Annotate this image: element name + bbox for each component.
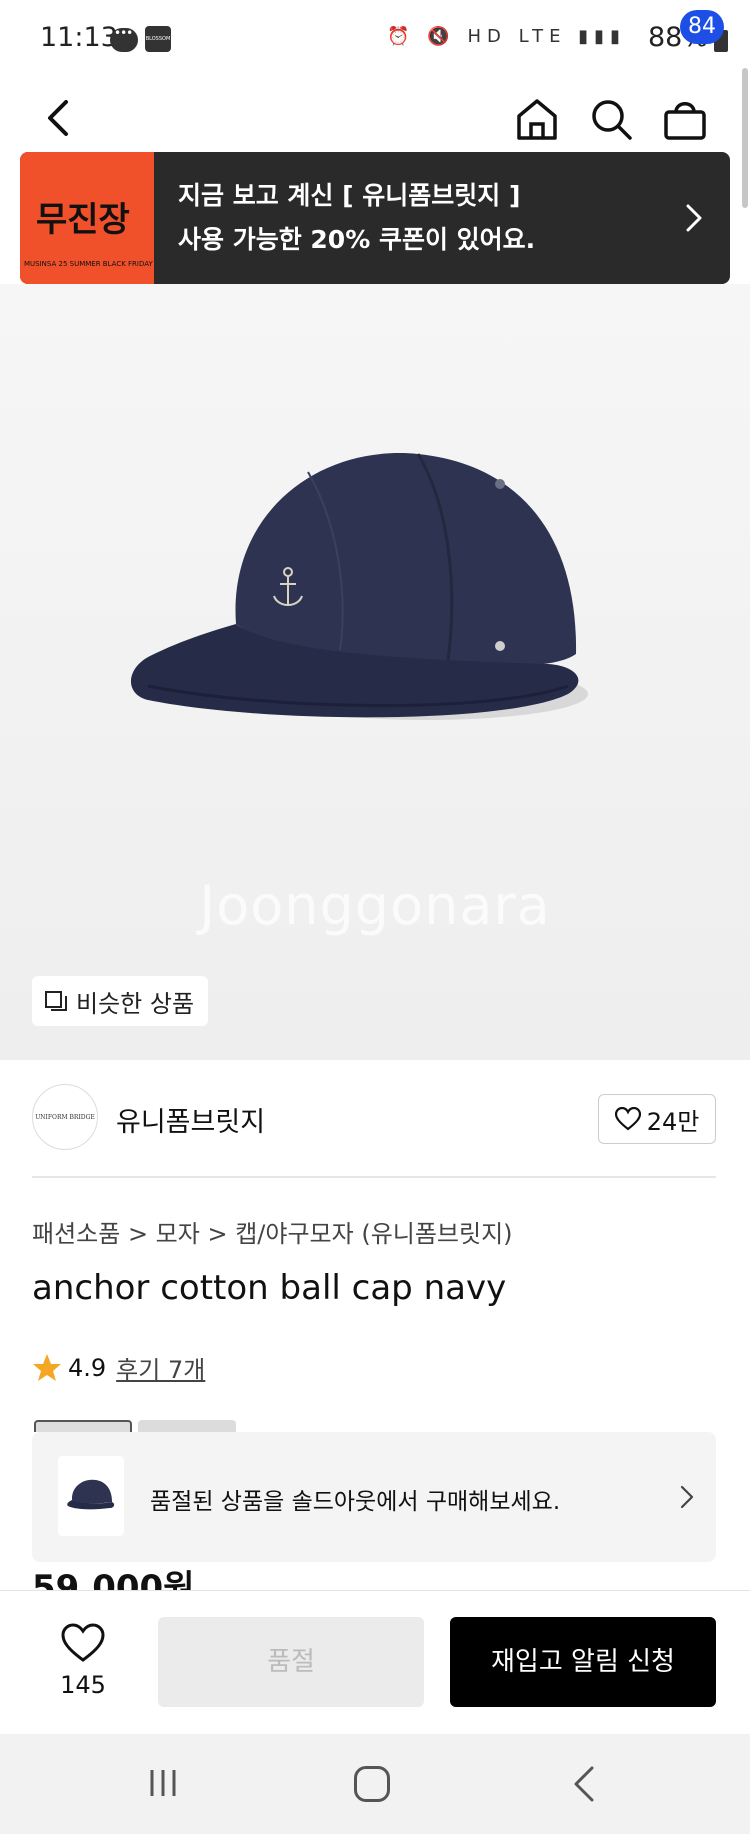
star-icon	[33, 1353, 61, 1381]
banner-text: 지금 보고 계신 [ 유니폼브릿지 ] 사용 가능한 20% 쿠폰이 있어요.	[178, 174, 535, 262]
search-icon[interactable]	[588, 96, 634, 142]
product-image[interactable]: Joonggonara 비슷한 상품	[0, 284, 750, 1060]
soldout-product-thumbnail	[58, 1456, 124, 1536]
cart-count-badge[interactable]: 84	[680, 10, 724, 44]
similar-products-label: 비슷한 상품	[76, 989, 195, 1018]
chevron-right-icon	[686, 204, 702, 232]
wishlist-count: 145	[60, 1671, 106, 1699]
similar-products-icon	[45, 991, 67, 1011]
brand-logo[interactable]: UNIFORM BRIDGE	[32, 1084, 98, 1150]
scrollbar[interactable]	[742, 68, 748, 208]
banner-image-subtitle: MUSINSA 25 SUMMER BLACK FRIDAY	[24, 260, 153, 268]
home-button-icon[interactable]	[354, 1766, 390, 1802]
banner-image: 무진장 MUSINSA 25 SUMMER BLACK FRIDAY	[20, 152, 154, 284]
restock-alert-button[interactable]: 재입고 알림 신청	[450, 1617, 716, 1707]
review-link[interactable]: 후기 7개	[116, 1350, 205, 1385]
recent-apps-icon[interactable]	[146, 1766, 180, 1800]
heart-icon	[614, 1107, 641, 1131]
option-thumbnail-2[interactable]	[138, 1420, 236, 1432]
soldout-button: 품절	[158, 1617, 424, 1707]
chat-notification-icon	[110, 26, 138, 52]
cap-photo	[130, 453, 588, 720]
status-indicator-icons: ⏰ 🔇 HD LTE ▮▮▮	[387, 26, 626, 47]
chevron-right-icon	[680, 1485, 694, 1509]
option-thumbnail-1[interactable]	[34, 1420, 132, 1432]
product-title: anchor cotton ball cap navy	[32, 1268, 507, 1308]
cart-icon[interactable]	[662, 96, 708, 142]
brand-row[interactable]: UNIFORM BRIDGE 유니폼브릿지 24만	[0, 1060, 750, 1178]
banner-line-2: 사용 가능한 20% 쿠폰이 있어요.	[178, 225, 536, 254]
home-icon[interactable]	[514, 96, 560, 142]
banner-line-1: 지금 보고 계신 [ 유니폼브릿지 ]	[178, 181, 521, 210]
coupon-banner[interactable]: 무진장 MUSINSA 25 SUMMER BLACK FRIDAY 지금 보고…	[20, 152, 730, 284]
app-notification-icon: BLOSSOM	[145, 26, 171, 52]
brand-like-count: 24만	[646, 1107, 700, 1136]
bottom-action-bar: 145 품절 재입고 알림 신청	[0, 1590, 750, 1734]
top-nav	[0, 80, 750, 156]
status-bar: 11:13 BLOSSOM ⏰ 🔇 HD LTE ▮▮▮ 88%	[0, 0, 750, 80]
soldout-recommendation-card[interactable]: 품절된 상품을 솔드아웃에서 구매해보세요.	[32, 1432, 716, 1562]
brand-name[interactable]: 유니폼브릿지	[116, 1100, 265, 1139]
divider	[32, 1176, 716, 1178]
soldout-message: 품절된 상품을 솔드아웃에서 구매해보세요.	[150, 1489, 561, 1515]
system-back-icon[interactable]	[572, 1764, 596, 1804]
banner-image-title: 무진장	[36, 200, 130, 240]
back-icon[interactable]	[40, 96, 80, 140]
rating-score: 4.9	[68, 1353, 107, 1382]
watermark-text: Joonggonara	[199, 874, 551, 937]
similar-products-button[interactable]: 비슷한 상품	[32, 976, 209, 1026]
product-price: 59,000원	[32, 1568, 195, 1592]
product-rating: 4.9 후기 7개	[32, 1350, 205, 1385]
brand-like-button[interactable]: 24만	[598, 1094, 716, 1144]
heart-icon	[61, 1623, 105, 1662]
system-navigation-bar	[0, 1734, 750, 1834]
category-breadcrumb[interactable]: 패션소품 > 모자 > 캡/야구모자 (유니폼브릿지)	[32, 1214, 513, 1249]
status-time: 11:13	[40, 22, 118, 53]
wishlist-button[interactable]: 145	[48, 1623, 118, 1699]
